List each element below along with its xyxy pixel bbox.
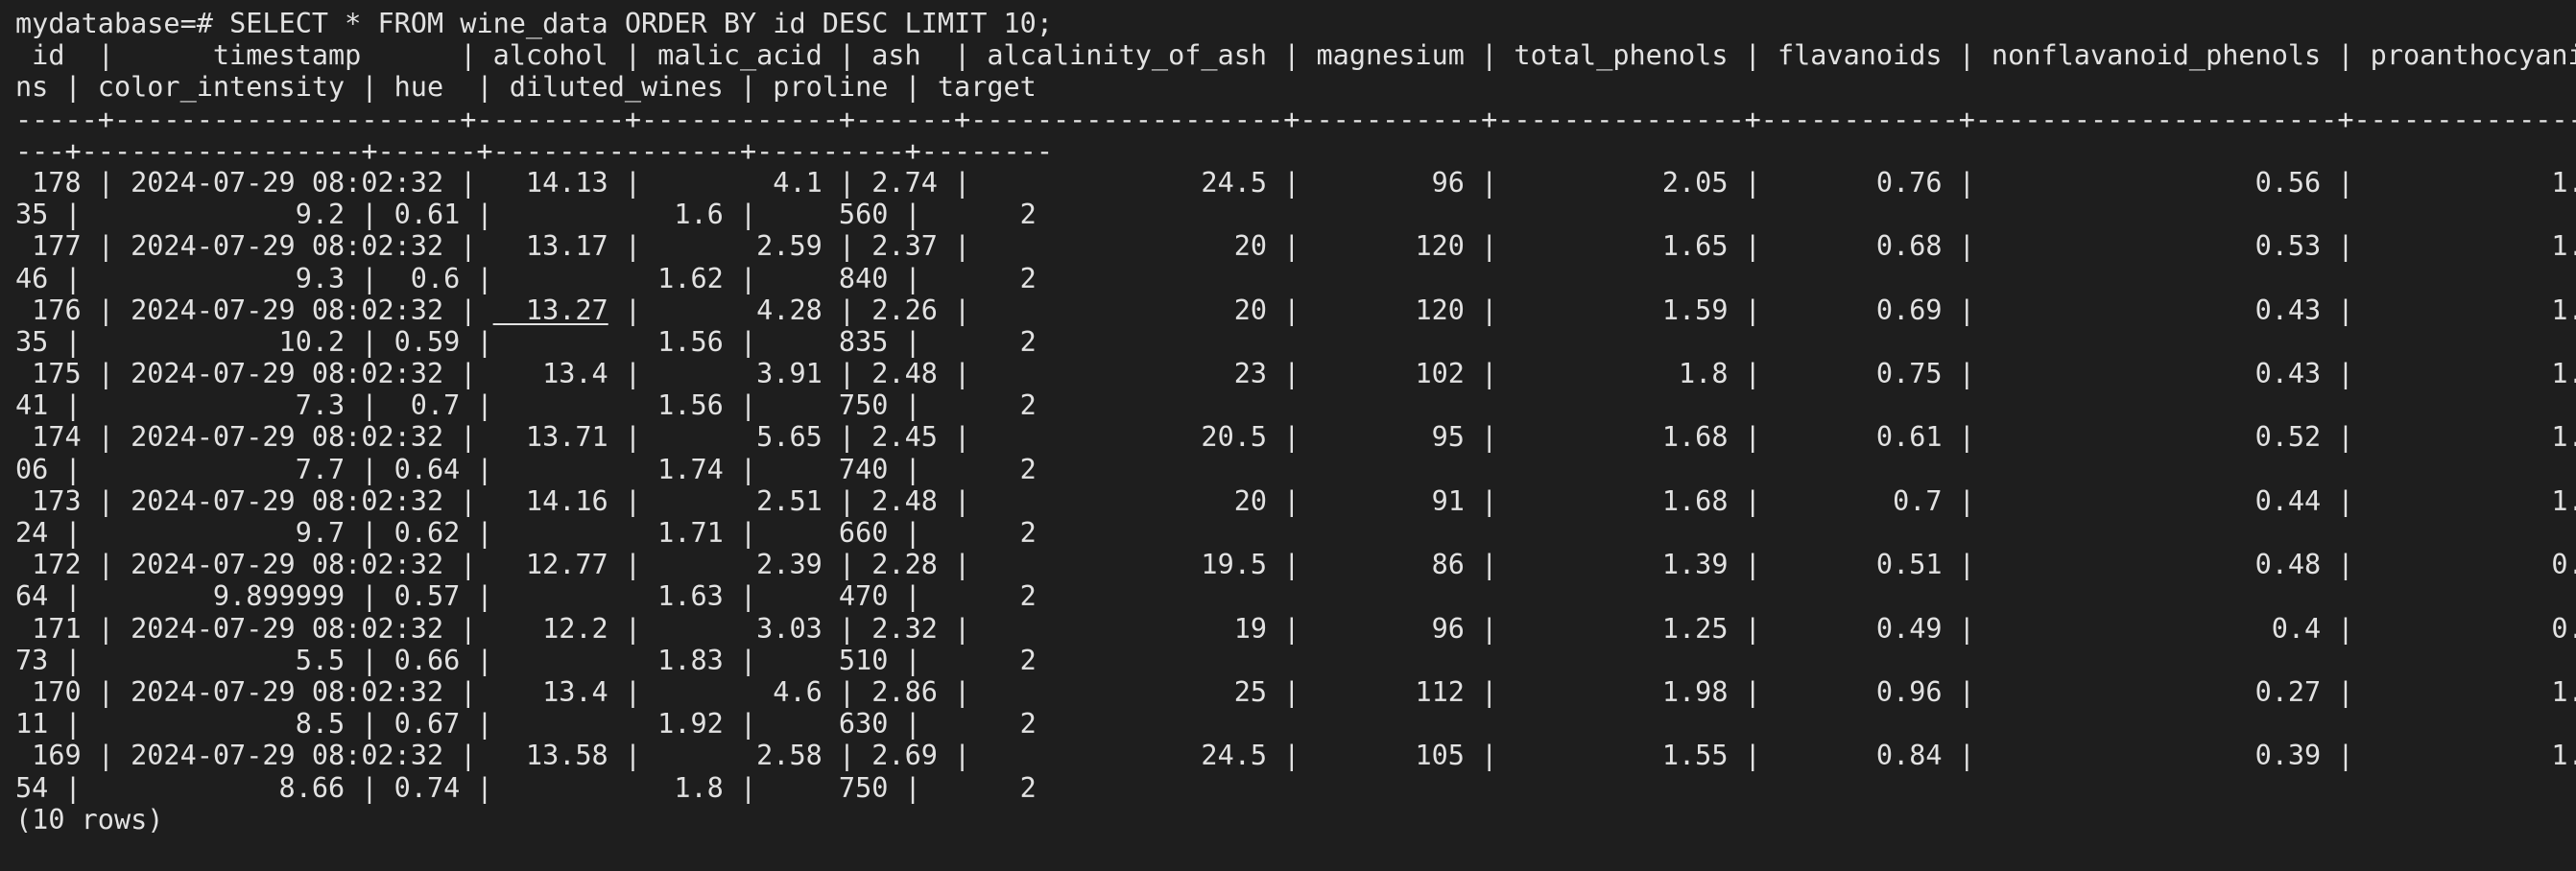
- table-row-wrap: 46 | 9.3 | 0.6 | 1.62 | 840 | 2: [15, 262, 1037, 294]
- row-alcohol: 13.4: [492, 675, 608, 708]
- row-values: | 3.91 | 2.48 | 23 | 102 | 1.8 | 0.75 | …: [608, 358, 2576, 390]
- row-values: | 2.39 | 2.28 | 19.5 | 86 | 1.39 | 0.51 …: [608, 549, 2576, 581]
- row-alcohol: 14.16: [492, 484, 608, 517]
- table-row: 174 | 2024-07-29 08:02:32 | 13.71 | 5.65…: [15, 421, 2576, 453]
- row-alcohol-underlined[interactable]: 13.27: [493, 294, 608, 326]
- table-row-wrap: 41 | 7.3 | 0.7 | 1.56 | 750 | 2: [15, 389, 1037, 422]
- table-row-wrap: 64 | 9.899999 | 0.57 | 1.63 | 470 | 2: [15, 580, 1037, 613]
- result-separator-line: ---+-----------------+------+-----------…: [15, 134, 1053, 167]
- row-alcohol: 13.58: [492, 740, 608, 772]
- row-values: | 4.28 | 2.26 | 20 | 120 | 1.59 | 0.69 |…: [608, 294, 2576, 326]
- row-count-footer: (10 rows): [15, 803, 164, 836]
- row-alcohol: 12.2: [492, 612, 608, 645]
- terminal-window[interactable]: mydatabase=# SELECT * FROM wine_data ORD…: [0, 0, 2576, 871]
- row-id-timestamp: 177 | 2024-07-29 08:02:32 |: [15, 230, 493, 263]
- table-row-wrap: 06 | 7.7 | 0.64 | 1.74 | 740 | 2: [15, 453, 1037, 485]
- table-row-wrap: 73 | 5.5 | 0.66 | 1.83 | 510 | 2: [15, 644, 1037, 676]
- row-alcohol: 14.13: [492, 166, 608, 199]
- row-values: | 2.59 | 2.37 | 20 | 120 | 1.65 | 0.68 |…: [608, 230, 2576, 263]
- row-id-timestamp: 178 | 2024-07-29 08:02:32 |: [15, 166, 493, 199]
- row-id-timestamp: 172 | 2024-07-29 08:02:32 |: [15, 549, 493, 581]
- table-row: 172 | 2024-07-29 08:02:32 | 12.77 | 2.39…: [15, 549, 2576, 580]
- row-values: | 3.03 | 2.32 | 19 | 96 | 1.25 | 0.49 | …: [608, 612, 2576, 645]
- row-values: | 5.65 | 2.45 | 20.5 | 95 | 1.68 | 0.61 …: [608, 421, 2576, 454]
- result-header-line: id | timestamp | alcohol | malic_acid | …: [15, 39, 2576, 72]
- table-row-wrap: 24 | 9.7 | 0.62 | 1.71 | 660 | 2: [15, 517, 1037, 549]
- result-separator-line: -----+---------------------+---------+--…: [15, 103, 2576, 135]
- row-values: | 2.51 | 2.48 | 20 | 91 | 1.68 | 0.7 | 0…: [608, 484, 2576, 517]
- row-id-timestamp: 175 | 2024-07-29 08:02:32 |: [15, 358, 493, 390]
- table-row: 169 | 2024-07-29 08:02:32 | 13.58 | 2.58…: [15, 740, 2576, 771]
- row-id-timestamp: 170 | 2024-07-29 08:02:32 |: [15, 675, 493, 708]
- table-row-wrap: 54 | 8.66 | 0.74 | 1.8 | 750 | 2: [15, 771, 1037, 804]
- row-id-timestamp: 176 | 2024-07-29 08:02:32 |: [15, 294, 493, 326]
- table-row-wrap: 11 | 8.5 | 0.67 | 1.92 | 630 | 2: [15, 708, 1037, 741]
- table-row: 173 | 2024-07-29 08:02:32 | 14.16 | 2.51…: [15, 485, 2576, 517]
- row-alcohol: 13.4: [492, 358, 608, 390]
- command-line: mydatabase=# SELECT * FROM wine_data ORD…: [15, 8, 2576, 39]
- row-id-timestamp: 171 | 2024-07-29 08:02:32 |: [15, 612, 493, 645]
- result-header-line: ns | color_intensity | hue | diluted_win…: [15, 71, 1037, 104]
- row-values: | 4.6 | 2.86 | 25 | 112 | 1.98 | 0.96 | …: [608, 675, 2576, 708]
- row-id-timestamp: 173 | 2024-07-29 08:02:32 |: [15, 484, 493, 517]
- row-values: | 2.58 | 2.69 | 24.5 | 105 | 1.55 | 0.84…: [608, 740, 2576, 772]
- table-row-wrap: 35 | 9.2 | 0.61 | 1.6 | 560 | 2: [15, 199, 1037, 231]
- row-values: | 4.1 | 2.74 | 24.5 | 96 | 2.05 | 0.76 |…: [608, 166, 2576, 199]
- table-row: 171 | 2024-07-29 08:02:32 | 12.2 | 3.03 …: [15, 613, 2576, 645]
- row-alcohol: 13.17: [492, 230, 608, 263]
- table-row: 175 | 2024-07-29 08:02:32 | 13.4 | 3.91 …: [15, 358, 2576, 389]
- row-alcohol: 13.71: [492, 421, 608, 454]
- table-row: 177 | 2024-07-29 08:02:32 | 13.17 | 2.59…: [15, 230, 2576, 262]
- row-alcohol: 12.77: [492, 549, 608, 581]
- table-row: 170 | 2024-07-29 08:02:32 | 13.4 | 4.6 |…: [15, 676, 2576, 708]
- table-row: 176 | 2024-07-29 08:02:32 | 13.27 | 4.28…: [15, 294, 2576, 326]
- row-id-timestamp: 169 | 2024-07-29 08:02:32 |: [15, 740, 493, 772]
- table-row-wrap: 35 | 10.2 | 0.59 | 1.56 | 835 | 2: [15, 325, 1037, 358]
- row-id-timestamp: 174 | 2024-07-29 08:02:32 |: [15, 421, 493, 454]
- table-row: 178 | 2024-07-29 08:02:32 | 14.13 | 4.1 …: [15, 167, 2576, 199]
- sql-command: SELECT * FROM wine_data ORDER BY id DESC…: [229, 8, 1053, 39]
- psql-prompt: mydatabase=#: [15, 8, 230, 39]
